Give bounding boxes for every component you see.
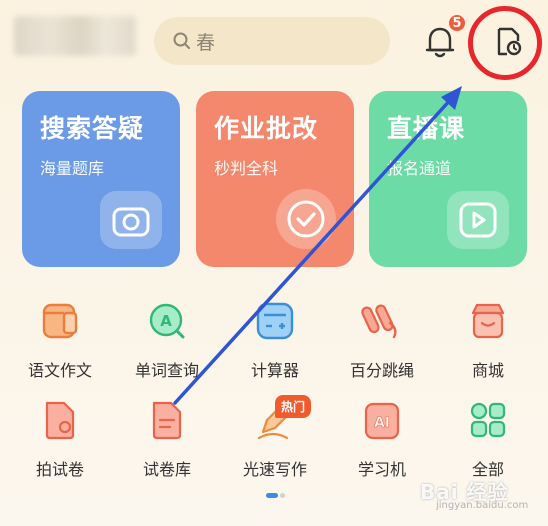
notification-badge: 5	[447, 13, 467, 33]
search-icon	[173, 32, 190, 49]
svg-text:A: A	[160, 312, 172, 330]
play-icon	[447, 191, 509, 249]
hot-tag-badge: 热门	[275, 395, 312, 418]
paper-library-icon	[145, 398, 189, 442]
grid-item-jump-rope[interactable]: 百分跳绳	[332, 299, 432, 381]
notebook-icon	[38, 299, 82, 343]
calculator-icon	[253, 299, 297, 343]
search-bar[interactable]: 春	[154, 17, 390, 65]
card-subtitle: 报名通道	[387, 159, 452, 178]
card-homework-check[interactable]: 作业批改 秒判全科	[196, 91, 354, 267]
check-icon	[276, 189, 336, 249]
card-subtitle: 海量题库	[40, 159, 105, 178]
scan-paper-icon	[38, 398, 82, 442]
grid-item-word-lookup[interactable]: A 单词查询	[117, 299, 217, 381]
page-indicator-active	[266, 493, 278, 498]
grid-label: 商城	[471, 361, 504, 380]
card-title: 作业批改	[214, 114, 319, 143]
watermark-url: jingyan.baidu.com	[436, 500, 529, 511]
grid-label: 计算器	[250, 361, 299, 380]
search-placeholder: 春	[196, 31, 216, 54]
highlight-circle	[468, 6, 542, 80]
grid-label: 学习机	[357, 460, 406, 479]
grid-label: 百分跳绳	[349, 361, 414, 380]
grid-label: 拍试卷	[35, 460, 84, 479]
grid-label: 语文作文	[27, 361, 92, 380]
grid-label: 光速写作	[242, 460, 307, 479]
card-title: 直播课	[387, 114, 466, 143]
card-search-answer[interactable]: 搜索答疑 海量题库	[22, 91, 180, 267]
ai-device-icon: AI	[360, 398, 404, 442]
grid-item-shop[interactable]: 商城	[438, 299, 538, 381]
grid-item-learning-device[interactable]: AI 学习机	[332, 398, 432, 480]
grid-item-paper-library[interactable]: 试卷库	[117, 398, 217, 480]
card-subtitle: 秒判全科	[214, 159, 279, 178]
grid-item-scan-paper[interactable]: 拍试卷	[10, 398, 110, 480]
grid-item-all[interactable]: 全部	[438, 398, 538, 480]
svg-text:AI: AI	[374, 415, 390, 431]
grid-icon	[466, 398, 510, 442]
card-title: 搜索答疑	[40, 114, 145, 143]
camera-icon	[100, 191, 162, 249]
shop-icon	[466, 299, 510, 343]
grid-label: 单词查询	[134, 361, 199, 380]
card-live-course[interactable]: 直播课 报名通道	[369, 91, 527, 267]
grid-label: 试卷库	[142, 460, 191, 479]
blurred-username	[14, 16, 136, 56]
jump-rope-icon	[360, 299, 404, 343]
word-search-icon: A	[145, 299, 189, 343]
grid-item-calculator[interactable]: 计算器	[225, 299, 325, 381]
page-indicator-inactive	[280, 493, 285, 498]
grid-item-essay[interactable]: 语文作文	[10, 299, 110, 381]
